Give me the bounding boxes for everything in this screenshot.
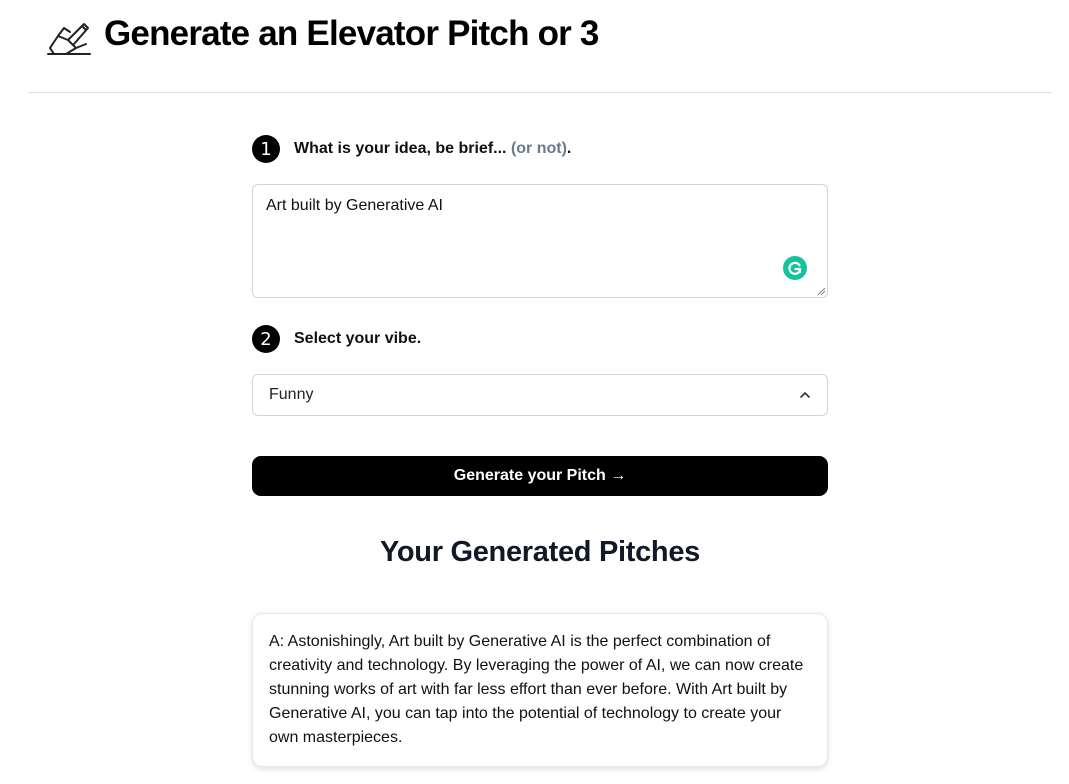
writing-hand-icon bbox=[47, 23, 91, 55]
step-number-badge: 2 bbox=[252, 325, 280, 353]
chevron-up-icon bbox=[800, 392, 810, 398]
generate-pitch-button[interactable]: Generate your Pitch → bbox=[252, 456, 828, 496]
step-1: 1 What is your idea, be brief... (or not… bbox=[252, 134, 571, 164]
grammarly-icon[interactable] bbox=[783, 256, 807, 280]
step-2: 2 Select your vibe. bbox=[252, 324, 421, 354]
results-title: Your Generated Pitches bbox=[379, 536, 701, 568]
page-title: Generate an Elevator Pitch or 3 bbox=[104, 14, 599, 53]
step-1-muted-text: (or not) bbox=[510, 140, 567, 157]
page-header: Generate an Elevator Pitch or 3 bbox=[28, 0, 1052, 93]
resize-handle[interactable] bbox=[817, 287, 826, 296]
idea-textarea-value[interactable]: Art built by Generative AI bbox=[266, 197, 443, 215]
idea-textarea[interactable]: Art built by Generative AI bbox=[252, 184, 828, 298]
step-2-label: Select your vibe. bbox=[294, 330, 422, 347]
vibe-select[interactable]: Funny bbox=[252, 374, 828, 416]
step-1-label: What is your idea, be brief... (or not). bbox=[294, 140, 572, 157]
pitch-text: A: Astonishingly, Art built by Generativ… bbox=[269, 633, 804, 746]
step-number-badge: 1 bbox=[252, 135, 280, 163]
pitch-card: A: Astonishingly, Art built by Generativ… bbox=[252, 613, 828, 767]
vibe-select-value[interactable]: Funny bbox=[269, 386, 313, 404]
